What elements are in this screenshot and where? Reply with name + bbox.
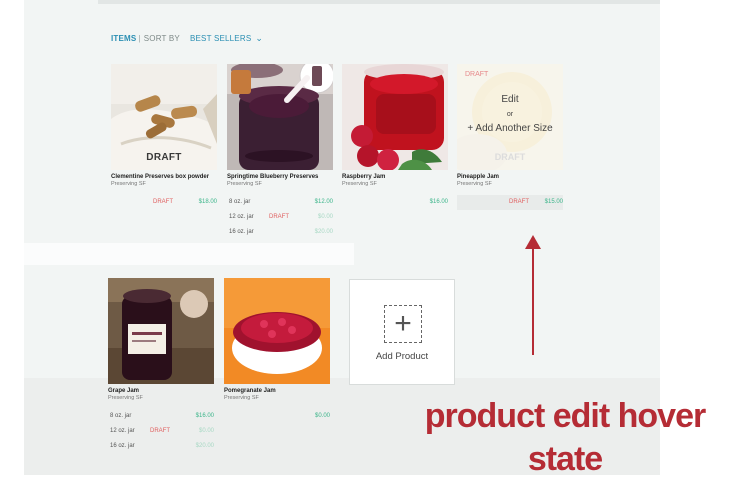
product-card[interactable]: Grape Jam Preserving SF 8 oz. jar $16.00…: [108, 278, 214, 454]
items-tab[interactable]: ITEMS: [111, 34, 136, 43]
variant-size: 8 oz. jar: [229, 199, 251, 205]
toolbar-separator: |: [138, 34, 141, 43]
variant-row: DRAFT $18.00: [111, 195, 217, 210]
variant-size: 12 oz. jar: [110, 428, 135, 434]
product-image-pomegranate[interactable]: [224, 278, 330, 384]
items-toolbar: ITEMS | SORT BY BEST SELLERS ⌄: [111, 33, 263, 44]
variant-size: 16 oz. jar: [229, 229, 254, 235]
variant-status: DRAFT: [150, 428, 170, 434]
product-maker: Preserving SF: [342, 181, 377, 187]
product-image-blueberry[interactable]: [227, 64, 333, 170]
add-product-button[interactable]: + Add Product: [349, 279, 455, 385]
annotation-text: product edit hover state: [410, 395, 720, 481]
chevron-down-icon[interactable]: ⌄: [255, 33, 263, 44]
variant-row: 8 oz. jar $16.00: [108, 409, 214, 424]
pomegranate-photo: [224, 278, 330, 384]
variant-price: $20.00: [195, 443, 214, 449]
add-product-label: Add Product: [375, 351, 429, 362]
product-image-pineapple[interactable]: DRAFT Edit or + Add Another Size DRAFT: [457, 64, 563, 170]
plus-glyph: +: [394, 307, 412, 340]
variant-size: 16 oz. jar: [110, 443, 135, 449]
variant-price: $16.00: [195, 413, 214, 419]
product-name[interactable]: Pineapple Jam: [457, 174, 563, 180]
variant-price: $18.00: [198, 199, 217, 205]
product-maker: Preserving SF: [111, 181, 146, 187]
blueberry-photo: [227, 64, 333, 170]
variant-status: DRAFT: [153, 199, 173, 205]
raspberry-photo: [342, 64, 448, 170]
variant-row: $16.00: [342, 195, 448, 210]
variant-price: $16.00: [429, 199, 448, 205]
product-card[interactable]: Springtime Blueberry Preserves Preservin…: [227, 64, 333, 240]
variant-price: $0.00: [198, 428, 214, 434]
annotation-line-1: product edit hover: [424, 397, 706, 435]
or-label: or: [506, 111, 514, 118]
variant-row: 16 oz. jar $20.00: [227, 225, 333, 240]
draft-overlay-label: DRAFT: [146, 152, 182, 163]
sort-by-label: SORT BY: [143, 34, 180, 43]
product-card[interactable]: DRAFT Clementine Preserves box powder Pr…: [111, 64, 217, 210]
hover-draft-label: DRAFT: [465, 71, 489, 78]
product-maker: Preserving SF: [224, 395, 259, 401]
product-name[interactable]: Raspberry Jam: [342, 174, 448, 180]
product-maker: Preserving SF: [227, 181, 262, 187]
annotation-arrow: [525, 235, 541, 355]
variant-row: DRAFT $15.00: [457, 195, 563, 210]
product-card-hover[interactable]: DRAFT Edit or + Add Another Size DRAFT P…: [457, 64, 563, 210]
product-maker: Preserving SF: [457, 181, 492, 187]
product-image-grape[interactable]: [108, 278, 214, 384]
variant-row: 12 oz. jar DRAFT $0.00: [227, 210, 333, 225]
product-maker: Preserving SF: [108, 395, 143, 401]
variant-status: DRAFT: [269, 214, 289, 220]
variant-status: DRAFT: [509, 199, 529, 205]
variant-row: 8 oz. jar $12.00: [227, 195, 333, 210]
edit-link[interactable]: Edit: [457, 94, 563, 105]
grape-photo: [108, 278, 214, 384]
variant-size: 12 oz. jar: [229, 214, 254, 220]
product-card[interactable]: Raspberry Jam Preserving SF $16.00: [342, 64, 448, 210]
sort-dropdown[interactable]: BEST SELLERS: [190, 34, 251, 43]
add-another-size-link[interactable]: + Add Another Size: [457, 123, 563, 134]
variant-row: $0.00: [224, 409, 330, 424]
row-divider: [24, 243, 354, 265]
top-divider: [98, 0, 660, 4]
variant-price: $12.00: [314, 199, 333, 205]
product-card[interactable]: Pomegranate Jam Preserving SF $0.00: [224, 278, 330, 424]
variant-row: 12 oz. jar DRAFT $0.00: [108, 424, 214, 439]
product-image-clementine[interactable]: DRAFT: [111, 64, 217, 170]
variant-row: 16 oz. jar $20.00: [108, 439, 214, 454]
product-name[interactable]: Grape Jam: [108, 388, 214, 394]
variant-size: 8 oz. jar: [110, 413, 132, 419]
annotation-line-2: state: [527, 440, 603, 478]
variant-price: $0.00: [314, 413, 330, 419]
variant-price: $15.00: [544, 199, 563, 205]
variant-price: $0.00: [317, 214, 333, 220]
product-name[interactable]: Clementine Preserves box powder: [111, 174, 217, 180]
hover-draft-overlay: DRAFT: [494, 152, 526, 162]
product-name[interactable]: Pomegranate Jam: [224, 388, 330, 394]
product-image-raspberry[interactable]: [342, 64, 448, 170]
product-name[interactable]: Springtime Blueberry Preserves: [227, 174, 333, 180]
variant-price: $20.00: [314, 229, 333, 235]
plus-icon: +: [384, 305, 422, 343]
